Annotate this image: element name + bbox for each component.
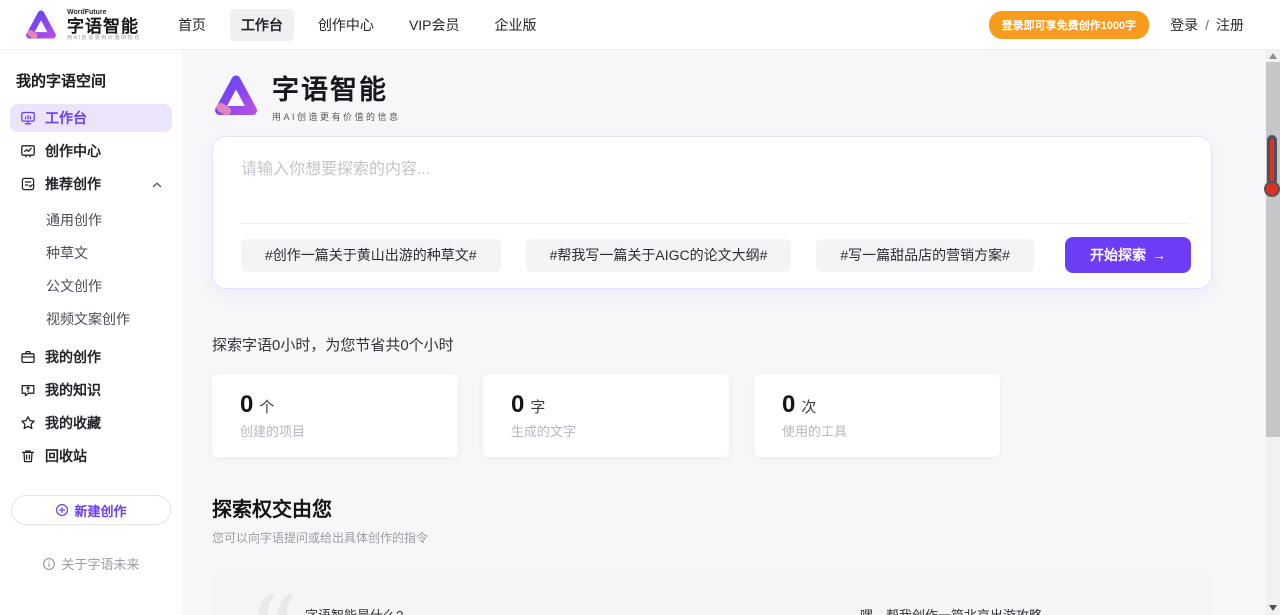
sidebar-item-workbench[interactable]: 工作台 bbox=[10, 104, 172, 132]
doc-check-icon bbox=[20, 176, 36, 192]
triangle-logo-icon-large bbox=[212, 72, 260, 120]
hero-logo-block: 字语智能 用AI创造更有价值的信息 bbox=[212, 68, 1280, 123]
section-title: 探索权交由您 bbox=[212, 493, 1280, 522]
sidebar-item-label: 推荐创作 bbox=[45, 174, 101, 194]
arrow-right-icon: → bbox=[1152, 247, 1166, 263]
stat-value: 0 bbox=[240, 391, 253, 419]
new-creation-button[interactable]: 新建创作 bbox=[11, 495, 171, 525]
nav-creation-center[interactable]: 创作中心 bbox=[307, 9, 385, 41]
stat-value: 0 bbox=[782, 391, 795, 419]
stat-label: 创建的项目 bbox=[240, 421, 458, 440]
hero-brand-name: 字语智能 bbox=[272, 68, 401, 107]
brand-wordfuture: WordFuture bbox=[67, 9, 141, 16]
nav-enterprise[interactable]: 企业版 bbox=[484, 9, 548, 41]
prompt-chips-row: #创作一篇关于黄山出游的种草文# #帮我写一篇关于AIGC的论文大纲# #写一篇… bbox=[213, 224, 1211, 288]
sidebar-item-creation-center[interactable]: 创作中心 bbox=[10, 137, 172, 165]
start-explore-label: 开始探索 bbox=[1090, 245, 1146, 265]
sidebar-subitem-general-creation[interactable]: 通用创作 bbox=[10, 203, 172, 236]
stat-label: 生成的文字 bbox=[511, 421, 729, 440]
main-content: 字语智能 用AI创造更有价值的信息 #创作一篇关于黄山出游的种草文# #帮我写一… bbox=[182, 50, 1280, 615]
sidebar-subitem-video-script[interactable]: 视频文案创作 bbox=[10, 302, 172, 335]
sidebar-item-recycle-bin[interactable]: 回收站 bbox=[10, 442, 172, 470]
triangle-logo-icon bbox=[24, 8, 58, 42]
brand-logo[interactable]: WordFuture 字语智能 用AI创造更有价值的信息 bbox=[24, 8, 141, 42]
example-prompt-text: 嘿，帮我创作一篇北京出游攻略 bbox=[860, 605, 1042, 615]
start-explore-button[interactable]: 开始探索 → bbox=[1065, 237, 1191, 273]
stat-unit: 字 bbox=[530, 396, 545, 417]
sidebar-item-label: 工作台 bbox=[45, 108, 87, 128]
briefcase-icon bbox=[20, 349, 36, 365]
nav-home[interactable]: 首页 bbox=[167, 9, 217, 41]
prompt-chip-huangshan[interactable]: #创作一篇关于黄山出游的种草文# bbox=[241, 239, 501, 272]
sidebar-item-label: 我的收藏 bbox=[45, 413, 101, 433]
sidebar: 我的字语空间 工作台 创作中心 推荐 bbox=[0, 50, 182, 615]
hero-tagline: 用AI创造更有价值的信息 bbox=[272, 110, 401, 123]
auth-separator: / bbox=[1205, 17, 1209, 33]
example-prompts-card: “ 字语智能是什么? 嘿，帮我创作一篇北京出游攻略 bbox=[212, 571, 1212, 615]
stat-value: 0 bbox=[511, 391, 524, 419]
sidebar-item-recommended[interactable]: 推荐创作 bbox=[10, 170, 172, 198]
chevron-up-icon[interactable] bbox=[152, 176, 162, 192]
top-right-group: 登录即可享免费创作1000字 登录 / 注册 bbox=[989, 11, 1244, 39]
monitor-icon bbox=[20, 110, 36, 126]
stat-unit: 个 bbox=[259, 396, 274, 417]
stat-cards-row: 0 个 创建的项目 0 字 生成的文字 0 次 bbox=[212, 374, 1280, 457]
promo-badge[interactable]: 登录即可享免费创作1000字 bbox=[989, 11, 1149, 39]
sidebar-item-label: 我的创作 bbox=[45, 347, 101, 367]
nav-vip[interactable]: VIP会员 bbox=[398, 9, 471, 41]
stat-card-tools: 0 次 使用的工具 bbox=[754, 374, 1000, 457]
sidebar-item-label: 我的知识 bbox=[45, 380, 101, 400]
stat-label: 使用的工具 bbox=[782, 421, 1000, 440]
sidebar-title: 我的字语空间 bbox=[10, 66, 172, 104]
monitor-chart-icon bbox=[20, 143, 36, 159]
sidebar-item-label: 创作中心 bbox=[45, 141, 101, 161]
top-bar: WordFuture 字语智能 用AI创造更有价值的信息 首页 工作台 创作中心… bbox=[0, 0, 1280, 50]
scrollbar-up-arrow[interactable] bbox=[1269, 53, 1277, 59]
scrollbar-thumb[interactable] bbox=[1266, 62, 1280, 437]
register-link[interactable]: 注册 bbox=[1216, 15, 1244, 35]
sidebar-item-label: 回收站 bbox=[45, 446, 87, 466]
example-question-text: 字语智能是什么? bbox=[305, 605, 403, 615]
login-link[interactable]: 登录 bbox=[1170, 15, 1198, 35]
auth-links: 登录 / 注册 bbox=[1170, 15, 1244, 35]
brand-name: 字语智能 bbox=[67, 18, 141, 35]
brand-tagline: 用AI创造更有价值的信息 bbox=[67, 36, 141, 41]
vertical-scrollbar bbox=[1266, 50, 1280, 615]
brand-text-block: WordFuture 字语智能 用AI创造更有价值的信息 bbox=[67, 9, 141, 41]
search-card: #创作一篇关于黄山出游的种草文# #帮我写一篇关于AIGC的论文大纲# #写一篇… bbox=[212, 136, 1212, 289]
app-window: WordFuture 字语智能 用AI创造更有价值的信息 首页 工作台 创作中心… bbox=[0, 0, 1280, 615]
search-input[interactable] bbox=[241, 155, 1183, 223]
quote-icon: “ bbox=[248, 593, 308, 615]
new-creation-label: 新建创作 bbox=[74, 501, 126, 520]
sidebar-item-my-knowledge[interactable]: 我的知识 bbox=[10, 376, 172, 404]
sidebar-item-my-favorites[interactable]: 我的收藏 bbox=[10, 409, 172, 437]
info-circle-icon bbox=[42, 557, 56, 571]
nav-workbench[interactable]: 工作台 bbox=[230, 9, 294, 41]
sidebar-subitem-seeding-article[interactable]: 种草文 bbox=[10, 236, 172, 269]
stat-card-projects: 0 个 创建的项目 bbox=[212, 374, 458, 457]
section-subtitle: 您可以向字语提问或给出具体创作的指令 bbox=[212, 529, 1280, 546]
thermometer-icon bbox=[1263, 135, 1280, 199]
sidebar-subitem-official-doc[interactable]: 公文创作 bbox=[10, 269, 172, 302]
about-link[interactable]: 关于字语未来 bbox=[0, 554, 182, 573]
top-navigation: 首页 工作台 创作中心 VIP会员 企业版 bbox=[167, 9, 548, 41]
prompt-chip-dessert[interactable]: #写一篇甜品店的营销方案# bbox=[816, 239, 1034, 272]
star-icon bbox=[20, 415, 36, 431]
stat-card-words: 0 字 生成的文字 bbox=[483, 374, 729, 457]
prompt-chip-aigc[interactable]: #帮我写一篇关于AIGC的论文大纲# bbox=[526, 239, 792, 272]
stats-summary-text: 探索字语0小时，为您节省共0个小时 bbox=[212, 334, 1280, 355]
stat-unit: 次 bbox=[801, 396, 816, 417]
plus-circle-icon bbox=[55, 503, 69, 517]
promo-badge-pointer bbox=[1142, 17, 1149, 27]
scrollbar-down-arrow[interactable] bbox=[1269, 605, 1277, 611]
about-label: 关于字语未来 bbox=[61, 554, 139, 573]
trash-icon bbox=[20, 448, 36, 464]
sidebar-item-my-works[interactable]: 我的创作 bbox=[10, 343, 172, 371]
chat-question-icon bbox=[20, 382, 36, 398]
